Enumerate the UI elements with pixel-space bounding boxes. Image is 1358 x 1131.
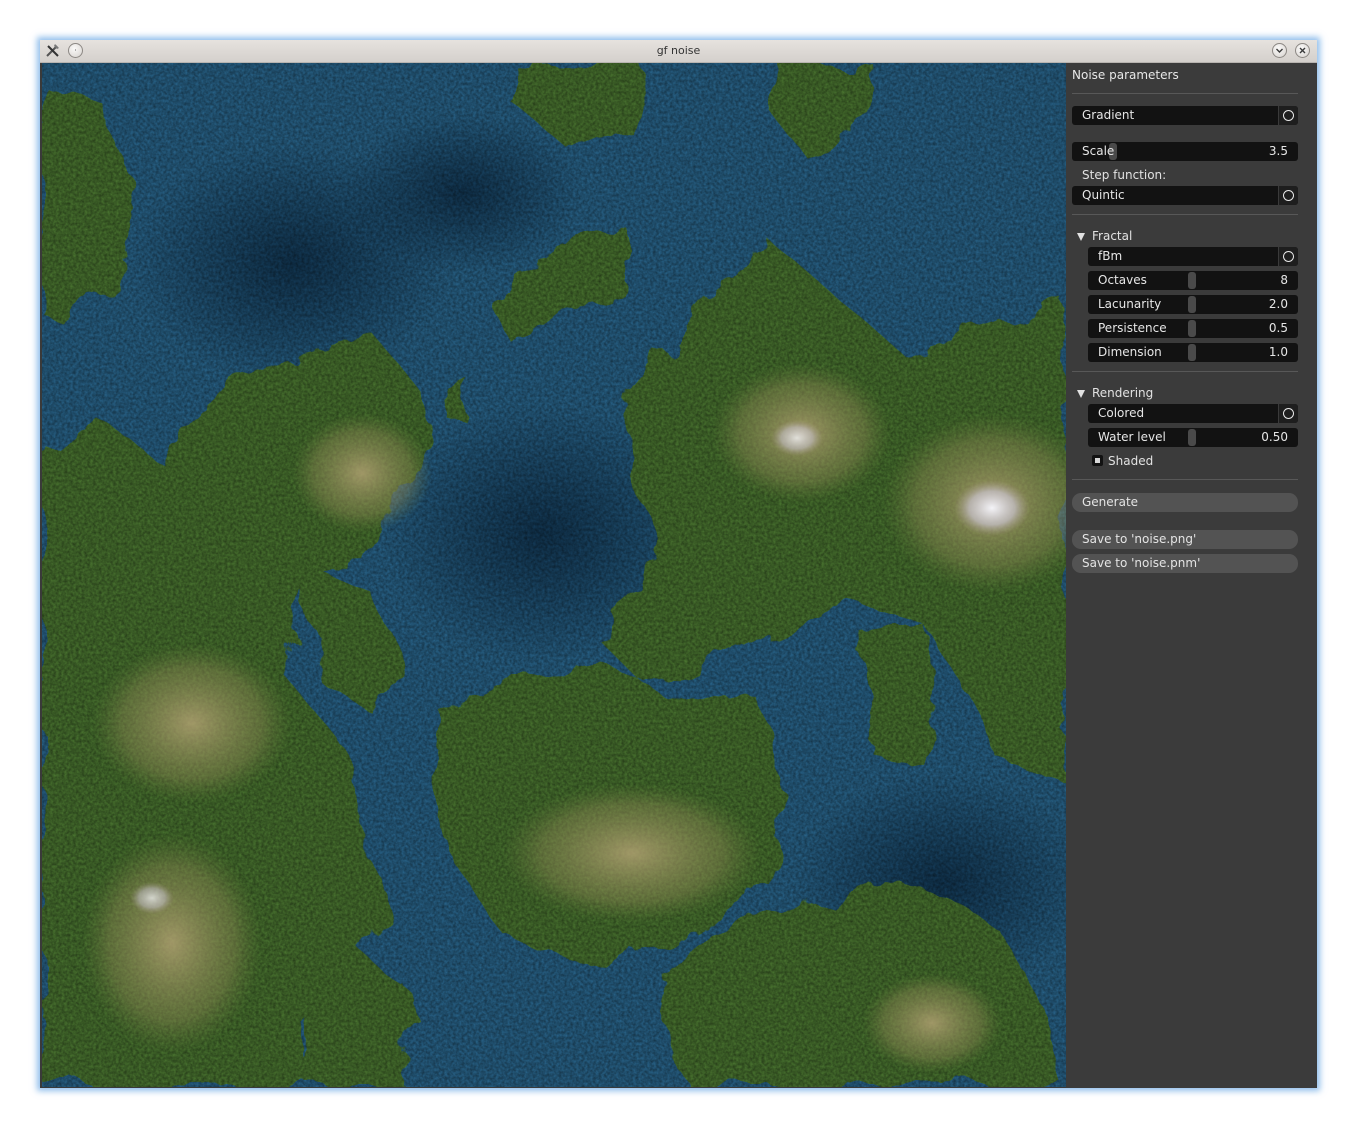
dimension-value: 1.0 (1268, 345, 1288, 359)
save-pnm-button[interactable]: Save to 'noise.pnm' (1072, 554, 1298, 573)
water-level-slider-grab[interactable] (1188, 429, 1196, 446)
shaded-checkbox[interactable] (1092, 455, 1103, 466)
close-x-icon[interactable] (1295, 43, 1310, 58)
octaves-value: 8 (1280, 273, 1288, 287)
scale-label: Scale (1082, 144, 1115, 158)
generate-button-label: Generate (1082, 495, 1139, 509)
dimension-slider-grab[interactable] (1188, 344, 1196, 361)
noise-map-view[interactable] (42, 63, 1066, 1087)
save-png-button-label: Save to 'noise.png' (1082, 532, 1197, 546)
scale-slider[interactable]: Scale 3.5 (1072, 142, 1298, 161)
desktop: · gf noise Noise parameters Gradient Sca… (0, 0, 1358, 1131)
separator (1072, 93, 1298, 94)
app-window: · gf noise Noise parameters Gradient Sca… (40, 40, 1317, 1088)
rendering-expand-arrow-icon[interactable] (1077, 390, 1085, 398)
lacunarity-slider[interactable]: Lacunarity 2.0 (1088, 295, 1298, 314)
separator (1072, 479, 1298, 480)
scale-value: 3.5 (1268, 144, 1288, 158)
save-pnm-button-label: Save to 'noise.pnm' (1082, 556, 1201, 570)
circle-icon (1283, 110, 1294, 121)
step-function-label: Step function: (1082, 168, 1167, 182)
separator (1072, 371, 1298, 372)
noise-type-combo[interactable]: Gradient (1072, 106, 1298, 125)
circle-icon (1283, 251, 1294, 262)
lacunarity-value: 2.0 (1268, 297, 1288, 311)
circle-icon (1283, 408, 1294, 419)
persistence-value: 0.5 (1268, 321, 1288, 335)
terrain-map-image (42, 63, 1066, 1087)
step-function-combo[interactable]: Quintic (1072, 186, 1298, 205)
separator (1072, 214, 1298, 215)
circle-icon (1283, 190, 1294, 201)
octaves-label: Octaves (1098, 273, 1147, 287)
rendering-mode-combo[interactable]: Colored (1088, 404, 1298, 423)
step-function-value: Quintic (1082, 188, 1125, 202)
persistence-slider[interactable]: Persistence 0.5 (1088, 319, 1298, 338)
rendering-mode-value: Colored (1098, 406, 1145, 420)
title-bar[interactable]: · gf noise (40, 40, 1317, 63)
persistence-label: Persistence (1098, 321, 1167, 335)
save-png-button[interactable]: Save to 'noise.png' (1072, 530, 1298, 549)
water-level-slider[interactable]: Water level 0.50 (1088, 428, 1298, 447)
noise-parameters-panel: Noise parameters Gradient Scale 3.5 Step… (1066, 63, 1317, 1088)
fractal-type-combo[interactable]: fBm (1088, 247, 1298, 266)
dimension-slider[interactable]: Dimension 1.0 (1088, 343, 1298, 362)
combo-dropdown-button[interactable] (1278, 106, 1298, 125)
window-title: gf noise (656, 44, 701, 57)
rendering-header[interactable]: Rendering (1092, 386, 1153, 400)
chevron-down-icon[interactable] (1272, 43, 1287, 58)
noise-type-value: Gradient (1082, 108, 1135, 122)
fractal-type-value: fBm (1098, 249, 1123, 263)
octaves-slider-grab[interactable] (1188, 272, 1196, 289)
persistence-slider-grab[interactable] (1188, 320, 1196, 337)
lacunarity-label: Lacunarity (1098, 297, 1162, 311)
fractal-expand-arrow-icon[interactable] (1077, 233, 1085, 241)
water-level-label: Water level (1098, 430, 1166, 444)
shaded-label[interactable]: Shaded (1108, 454, 1153, 468)
dimension-label: Dimension (1098, 345, 1162, 359)
water-level-value: 0.50 (1261, 430, 1288, 444)
combo-dropdown-button[interactable] (1278, 247, 1298, 266)
panel-title: Noise parameters (1072, 68, 1179, 82)
checkbox-check-icon (1095, 458, 1100, 463)
combo-dropdown-button[interactable] (1278, 186, 1298, 205)
combo-dropdown-button[interactable] (1278, 404, 1298, 423)
octaves-slider[interactable]: Octaves 8 (1088, 271, 1298, 290)
lacunarity-slider-grab[interactable] (1188, 296, 1196, 313)
generate-button[interactable]: Generate (1072, 493, 1298, 512)
fractal-header[interactable]: Fractal (1092, 229, 1132, 243)
